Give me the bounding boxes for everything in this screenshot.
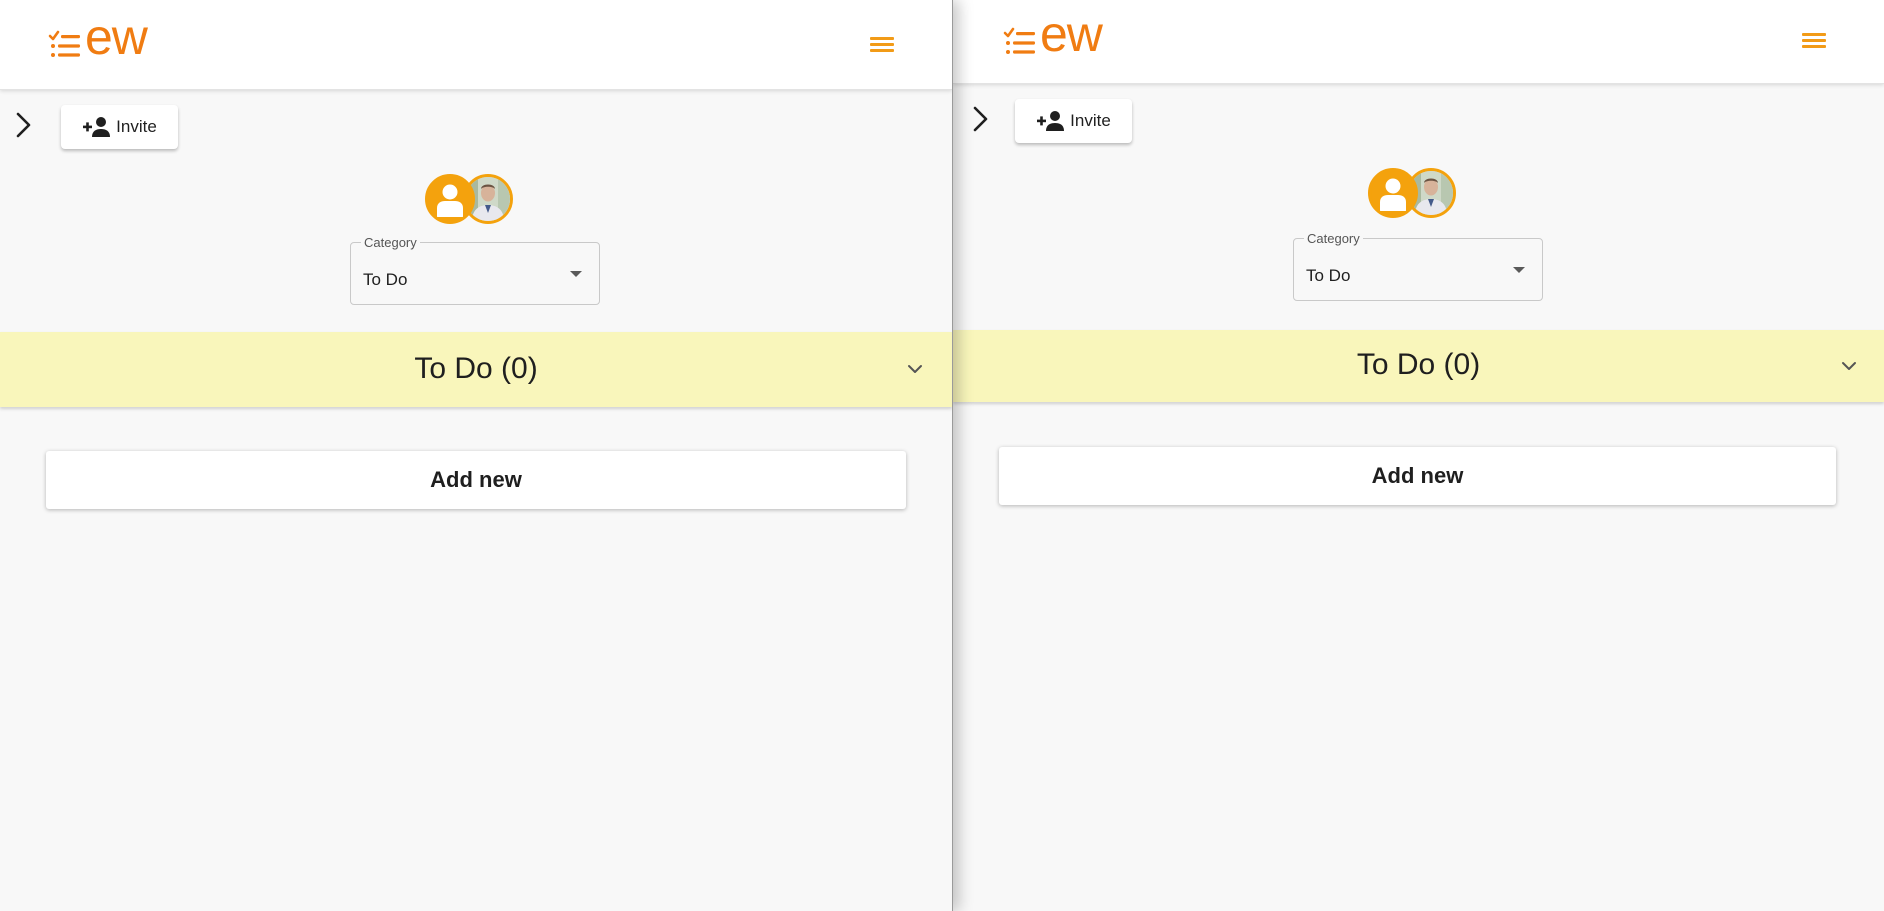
chevron-down-icon[interactable]: [906, 363, 924, 375]
chevron-down-icon[interactable]: [1840, 360, 1858, 372]
section-header-todo[interactable]: To Do (0): [953, 330, 1884, 402]
category-label: Category: [1304, 231, 1363, 246]
member-avatars: [425, 174, 513, 226]
invite-label: Invite: [1070, 111, 1111, 130]
invite-button[interactable]: Invite: [1015, 99, 1132, 143]
section-header-todo[interactable]: To Do (0): [0, 332, 952, 407]
chevron-right-icon[interactable]: [969, 105, 993, 133]
dropdown-arrow-icon: [1513, 267, 1525, 273]
member-avatars: [1368, 168, 1456, 220]
category-value: To Do: [363, 270, 408, 289]
user-icon: [437, 184, 463, 217]
person-add-icon: [83, 117, 111, 137]
user-icon: [1380, 178, 1406, 211]
app-logo[interactable]: ew: [48, 9, 148, 65]
screen: ew Invite Category To Do To Do (0) Add n…: [0, 0, 1884, 911]
logo-text: ew: [85, 9, 148, 65]
section-title: To Do (0): [414, 352, 538, 385]
category-select[interactable]: Category To Do: [1293, 231, 1543, 301]
section-title: To Do (0): [1356, 348, 1481, 381]
chevron-right-icon[interactable]: [12, 111, 36, 139]
top-bar: ew: [0, 0, 952, 90]
category-label: Category: [361, 235, 420, 250]
avatar[interactable]: [1368, 168, 1418, 218]
app-logo[interactable]: ew: [1003, 6, 1103, 62]
logo-text: ew: [1040, 6, 1103, 62]
checklist-logo-icon: [48, 30, 80, 57]
top-bar: ew: [953, 0, 1884, 84]
hamburger-menu-icon[interactable]: [868, 34, 896, 58]
invite-button[interactable]: Invite: [61, 105, 178, 149]
dropdown-arrow-icon: [570, 271, 582, 277]
category-value: To Do: [1306, 266, 1351, 285]
invite-label: Invite: [116, 117, 157, 136]
right-browser-pane: ew Invite Category To Do To Do (0) Add n…: [953, 0, 1884, 911]
left-browser-pane: ew Invite Category To Do To Do (0) Add n…: [0, 0, 953, 911]
checklist-logo-icon: [1003, 27, 1035, 54]
hamburger-menu-icon[interactable]: [1800, 30, 1828, 54]
add-new-button[interactable]: Add new: [46, 451, 906, 509]
avatar[interactable]: [425, 174, 475, 224]
person-add-icon: [1037, 111, 1065, 131]
add-new-button[interactable]: Add new: [999, 447, 1836, 505]
category-select[interactable]: Category To Do: [350, 235, 600, 305]
